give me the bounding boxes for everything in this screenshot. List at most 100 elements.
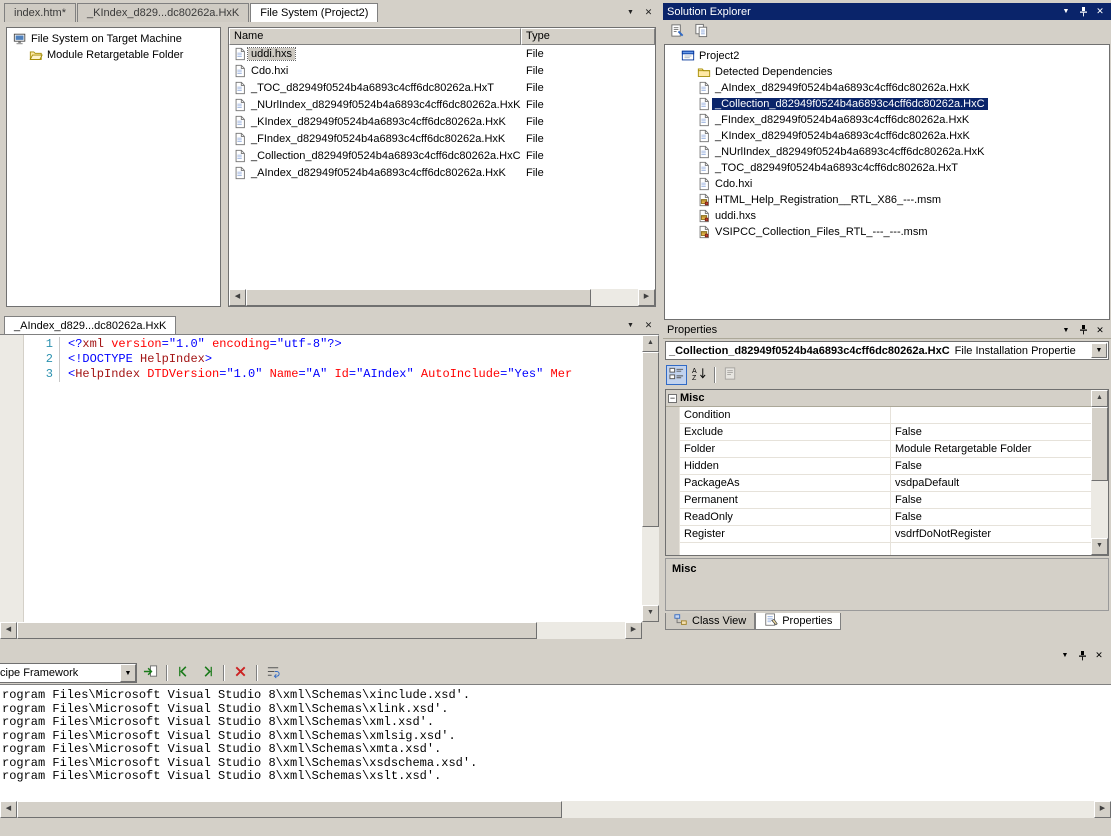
- category-row[interactable]: − Misc: [666, 390, 1091, 407]
- toolbar-button[interactable]: [173, 663, 194, 683]
- scrollbar-thumb[interactable]: [1091, 407, 1108, 481]
- toolbar-button[interactable]: [230, 663, 251, 683]
- document-tab[interactable]: index.htm*: [4, 3, 76, 22]
- toolbar-button[interactable]: [691, 22, 712, 42]
- toolbar-button[interactable]: [223, 665, 225, 681]
- scrollbar-thumb[interactable]: [17, 622, 537, 639]
- close-icon[interactable]: ✕: [1093, 324, 1107, 337]
- solution-tree-item[interactable]: Detected Dependencies: [665, 64, 1109, 80]
- document-tab[interactable]: _KIndex_d829...dc80262a.HxK: [76, 3, 250, 22]
- auto-hide-pin-icon[interactable]: [1076, 324, 1090, 337]
- column-header-type[interactable]: Type: [521, 28, 655, 45]
- window-position-chevron-icon[interactable]: ▼: [1059, 5, 1073, 18]
- toolbar-button[interactable]: [197, 663, 218, 683]
- close-document-icon[interactable]: ✕: [641, 5, 656, 19]
- target-machine-tree[interactable]: File System on Target Machine Module Ret…: [6, 27, 221, 307]
- solution-tree-item[interactable]: Project2: [665, 48, 1109, 64]
- scroll-right-icon[interactable]: ▶: [638, 289, 655, 306]
- solution-tree-item[interactable]: _AIndex_d82949f0524b4a6893c4cff6dc80262a…: [665, 80, 1109, 96]
- toolbar-button[interactable]: [263, 663, 284, 683]
- solution-tree-item[interactable]: VSIPCC_Collection_Files_RTL_---_---.msm: [665, 224, 1109, 240]
- property-row[interactable]: Register vsdrfDoNotRegister: [666, 526, 1091, 543]
- file-row[interactable]: _AIndex_d82949f0524b4a6893c4cff6dc80262a…: [229, 164, 655, 181]
- scroll-left-icon[interactable]: ◀: [229, 289, 246, 306]
- property-row[interactable]: ReadOnly False: [666, 509, 1091, 526]
- scroll-right-icon[interactable]: ▶: [625, 622, 642, 639]
- solution-tree-item[interactable]: HTML_Help_Registration__RTL_X86_---.msm: [665, 192, 1109, 208]
- tree-item[interactable]: File System on Target Machine: [7, 31, 220, 47]
- toolbar-button[interactable]: [140, 663, 161, 683]
- scrollbar-thumb[interactable]: [17, 801, 562, 818]
- collapse-expander-icon[interactable]: −: [668, 393, 677, 403]
- property-row[interactable]: Condition: [666, 407, 1091, 424]
- xml-code-editor[interactable]: 1 <?xml version="1.0" encoding="utf-8"?> 2…: [0, 334, 659, 639]
- document-tab[interactable]: File System (Project2): [250, 3, 379, 22]
- property-value[interactable]: vsdrfDoNotRegister: [891, 526, 1091, 543]
- file-row[interactable]: _TOC_d82949f0524b4a6893c4cff6dc80262a.Hx…: [229, 79, 655, 96]
- properties-titlebar[interactable]: Properties ▼ ✕: [663, 322, 1111, 339]
- solution-tree-item[interactable]: _TOC_d82949f0524b4a6893c4cff6dc80262a.Hx…: [665, 160, 1109, 176]
- file-row[interactable]: _Collection_d82949f0524b4a6893c4cff6dc80…: [229, 147, 655, 164]
- toolbar-button[interactable]: [666, 365, 687, 385]
- toolbar-button[interactable]: [166, 665, 168, 681]
- output-text-area[interactable]: rogram Files\Microsoft Visual Studio 8\x…: [0, 684, 1111, 801]
- property-value[interactable]: Module Retargetable Folder: [891, 441, 1091, 458]
- toolbar-button[interactable]: [256, 665, 258, 681]
- property-row[interactable]: Permanent False: [666, 492, 1091, 509]
- file-row[interactable]: uddi.hxs File: [229, 45, 655, 62]
- combobox-dropdown-icon[interactable]: ▼: [1091, 343, 1107, 358]
- scroll-down-icon[interactable]: ▼: [642, 605, 659, 622]
- close-icon[interactable]: ✕: [1092, 649, 1106, 662]
- property-value[interactable]: False: [891, 492, 1091, 509]
- window-position-chevron-icon[interactable]: ▼: [1059, 324, 1073, 337]
- property-value[interactable]: [891, 407, 1091, 424]
- property-value[interactable]: False: [891, 458, 1091, 475]
- property-value[interactable]: vsdpaDefault: [891, 475, 1091, 492]
- file-row[interactable]: _NUrlIndex_d82949f0524b4a6893c4cff6dc802…: [229, 96, 655, 113]
- auto-hide-pin-icon[interactable]: [1075, 649, 1089, 662]
- solution-tree-item[interactable]: _FIndex_d82949f0524b4a6893c4cff6dc80262a…: [665, 112, 1109, 128]
- file-row[interactable]: _FIndex_d82949f0524b4a6893c4cff6dc80262a…: [229, 130, 655, 147]
- solution-tree-item[interactable]: _KIndex_d82949f0524b4a6893c4cff6dc80262a…: [665, 128, 1109, 144]
- property-value[interactable]: False: [891, 509, 1091, 526]
- property-row[interactable]: Folder Module Retargetable Folder: [666, 441, 1091, 458]
- property-row-clipped[interactable]: [666, 543, 1091, 555]
- auto-hide-pin-icon[interactable]: [1076, 5, 1090, 18]
- toolbar-button[interactable]: AZ: [689, 365, 710, 385]
- scrollbar-thumb[interactable]: [246, 289, 591, 306]
- solution-tree-item[interactable]: uddi.hxs: [665, 208, 1109, 224]
- editor-tab[interactable]: _AIndex_d829...dc80262a.HxK: [4, 316, 177, 335]
- property-value[interactable]: False: [891, 424, 1091, 441]
- object-selector-combobox[interactable]: _Collection_d82949f0524b4a6893c4cff6dc80…: [665, 341, 1109, 360]
- window-position-chevron-icon[interactable]: ▼: [1058, 649, 1072, 662]
- show-output-from-combobox[interactable]: cipe Framework ▼: [0, 663, 137, 683]
- combobox-dropdown-icon[interactable]: ▼: [120, 664, 136, 682]
- file-row[interactable]: _KIndex_d82949f0524b4a6893c4cff6dc80262a…: [229, 113, 655, 130]
- close-document-icon[interactable]: ✕: [641, 318, 656, 332]
- solution-tree-item[interactable]: _NUrlIndex_d82949f0524b4a6893c4cff6dc802…: [665, 144, 1109, 160]
- property-row[interactable]: Hidden False: [666, 458, 1091, 475]
- solution-tree[interactable]: Project2 Detected Dependencies _AIndex_d…: [664, 44, 1110, 320]
- scroll-left-icon[interactable]: ◀: [0, 801, 17, 818]
- tree-item[interactable]: Module Retargetable Folder: [7, 47, 220, 63]
- output-titlebar[interactable]: ▼ ✕: [0, 648, 1111, 662]
- panel-tab[interactable]: Class View: [665, 613, 756, 630]
- panel-tab[interactable]: Properties: [755, 612, 842, 630]
- scroll-up-icon[interactable]: ▲: [642, 335, 659, 352]
- toolbar-button[interactable]: [667, 22, 688, 42]
- property-row[interactable]: Exclude False: [666, 424, 1091, 441]
- property-row[interactable]: PackageAs vsdpaDefault: [666, 475, 1091, 492]
- solution-tree-item[interactable]: Cdo.hxi: [665, 176, 1109, 192]
- solution-tree-item[interactable]: _Collection_d82949f0524b4a6893c4cff6dc80…: [665, 96, 1109, 112]
- tab-list-chevron-icon[interactable]: ▼: [623, 318, 638, 332]
- scroll-left-icon[interactable]: ◀: [0, 622, 17, 639]
- scroll-up-icon[interactable]: ▲: [1091, 390, 1108, 407]
- file-row[interactable]: Cdo.hxi File: [229, 62, 655, 79]
- column-header-name[interactable]: Name: [229, 28, 521, 45]
- toolbar-button[interactable]: [720, 365, 741, 385]
- tab-list-chevron-icon[interactable]: ▼: [623, 5, 638, 19]
- scroll-down-icon[interactable]: ▼: [1091, 538, 1108, 555]
- scroll-right-icon[interactable]: ▶: [1094, 801, 1111, 818]
- close-icon[interactable]: ✕: [1093, 5, 1107, 18]
- toolbar-button[interactable]: [714, 367, 716, 383]
